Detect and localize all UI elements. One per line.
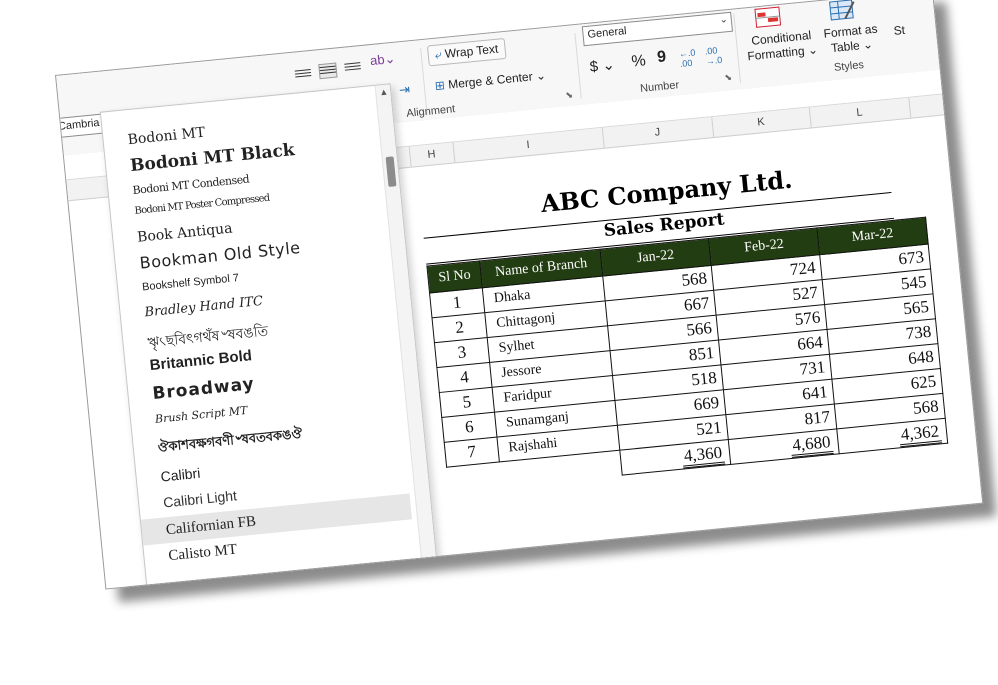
divider — [733, 13, 742, 84]
percent-button[interactable]: % — [631, 52, 647, 71]
excel-window: Cambria ⌄ 12 ⌄ A^ Aˇ ab⌄ ⇤ ⇥ ⤶ Wrap Text… — [55, 0, 984, 590]
feb-total-value: 4,680 — [789, 431, 834, 458]
dialog-launcher-icon[interactable]: ⬊ — [724, 72, 733, 84]
format-as-table-button[interactable]: Format as Table ⌄ — [823, 22, 880, 57]
jan-total-value: 4,360 — [681, 442, 726, 469]
font-option[interactable]: Bodoni MT Condensed — [132, 173, 250, 197]
align-middle-icon[interactable] — [318, 62, 338, 80]
divider — [574, 33, 582, 99]
merge-center-label: Merge & Center — [447, 69, 534, 92]
merge-center-button[interactable]: ⊞ Merge & Center ⌄ — [434, 68, 546, 93]
number-format-value: General — [587, 25, 628, 41]
font-option[interactable]: Bookshelf Symbol 7 — [142, 272, 240, 293]
cell-styles-button[interactable]: St — [893, 23, 906, 38]
chevron-down-icon[interactable]: ⌄ — [719, 14, 728, 26]
font-option[interactable]: Bodoni MT — [127, 125, 206, 149]
wrap-text-icon: ⤶ — [434, 47, 443, 62]
merge-center-icon: ⊞ — [434, 78, 446, 93]
align-bottom-icon[interactable] — [344, 60, 361, 74]
styles-group-label: Styles — [833, 59, 865, 74]
increase-decimal-icon[interactable]: ←.0.00 — [678, 47, 696, 69]
empty-cell — [447, 462, 502, 492]
mar-total-value: 4,362 — [897, 421, 943, 448]
decrease-decimal-icon[interactable]: .00 →.0 — [704, 45, 722, 66]
font-option[interactable]: Bradley Hand ITC — [144, 294, 264, 321]
dialog-launcher-icon[interactable]: ⬊ — [565, 90, 574, 102]
font-option[interactable]: Calibri Light — [162, 487, 237, 510]
orientation-icon[interactable]: ab⌄ — [369, 51, 396, 69]
font-dropdown-list[interactable]: Bodoni MT Bodoni MT Black Bodoni MT Cond… — [99, 83, 441, 590]
chevron-down-icon[interactable]: ⌄ — [535, 68, 546, 83]
font-name-value: Cambria — [57, 116, 101, 133]
wrap-text-button[interactable]: ⤶ Wrap Text — [426, 37, 507, 67]
column-header[interactable]: H — [408, 142, 456, 167]
number-group-label: Number — [639, 79, 680, 95]
report-title: ABC Company Ltd. — [539, 164, 794, 219]
font-option[interactable]: Broadway — [152, 374, 256, 404]
font-option[interactable]: Brush Script MT — [154, 404, 248, 426]
currency-button[interactable]: $ ⌄ — [589, 55, 616, 75]
align-top-icon[interactable] — [294, 67, 312, 81]
conditional-formatting-button[interactable]: Conditional Formatting ⌄ — [745, 28, 819, 65]
number-format-select[interactable]: General ⌄ — [581, 11, 734, 47]
table-label: Table — [830, 38, 861, 56]
scroll-up-icon[interactable]: ▲ — [379, 87, 389, 98]
font-option[interactable]: Calisto MT — [168, 542, 238, 566]
increase-indent-icon[interactable]: ⇥ — [398, 81, 410, 98]
divider — [420, 48, 428, 114]
sales-table: Sl No Name of Branch Jan-22 Feb-22 Mar-2… — [426, 217, 948, 493]
currency-label: $ — [588, 58, 599, 76]
wrap-text-label: Wrap Text — [444, 41, 499, 61]
format-as-table-icon — [827, 0, 857, 22]
font-option[interactable]: Calibri — [160, 465, 201, 485]
font-option[interactable]: ঔকাশবক্ষগবণী৺ষবতবকঙঔ — [157, 425, 303, 460]
comma-style-button[interactable]: 9 — [656, 48, 667, 67]
format-as-label: Format as — [822, 21, 879, 41]
font-option[interactable]: Book Antiqua — [136, 220, 233, 245]
font-option[interactable]: Bodoni MT Poster Compressed — [134, 193, 270, 217]
conditional-formatting-icon — [753, 5, 783, 30]
